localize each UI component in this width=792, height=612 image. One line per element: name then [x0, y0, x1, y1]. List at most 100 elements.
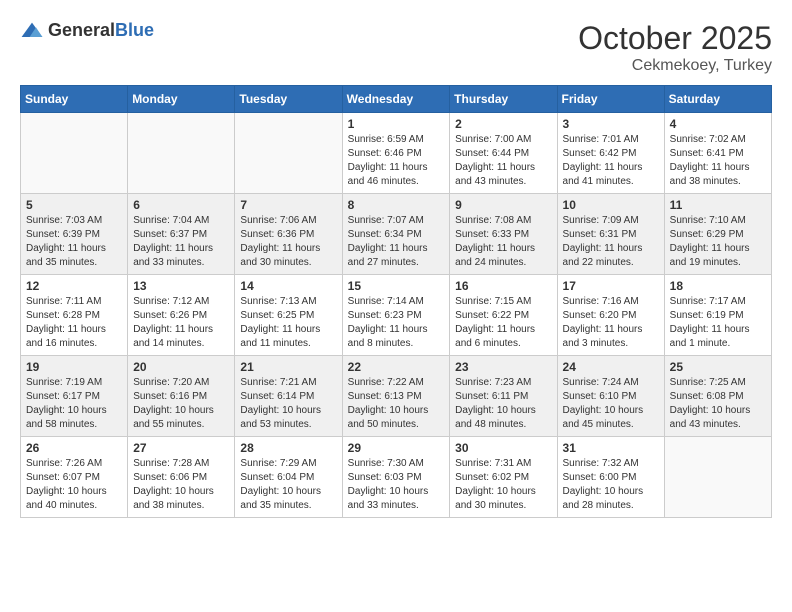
- calendar-cell: [664, 437, 771, 518]
- day-info: Sunrise: 7:12 AM Sunset: 6:26 PM Dayligh…: [133, 295, 229, 351]
- calendar-cell: 26 Sunrise: 7:26 AM Sunset: 6:07 PM Dayli…: [21, 437, 128, 518]
- logo: GeneralBlue: [20, 20, 154, 41]
- day-info: Sunrise: 7:23 AM Sunset: 6:11 PM Dayligh…: [455, 376, 551, 432]
- day-info: Sunrise: 7:08 AM Sunset: 6:33 PM Dayligh…: [455, 214, 551, 270]
- calendar-cell: 28Sunrise: 7:29 AM Sunset: 6:04 PM Dayli…: [235, 437, 342, 518]
- day-number: 18: [670, 279, 766, 293]
- calendar-cell: 21 Sunrise: 7:21 AM Sunset: 6:14 PM Dayli…: [235, 356, 342, 437]
- day-info: Sunrise: 7:09 AM Sunset: 6:31 PM Dayligh…: [563, 214, 659, 270]
- calendar-cell: 23 Sunrise: 7:23 AM Sunset: 6:11 PM Dayli…: [450, 356, 557, 437]
- day-number: 3: [563, 117, 659, 131]
- day-number: 26: [26, 441, 122, 455]
- day-info: Sunrise: 7:04 AM Sunset: 6:37 PM Dayligh…: [133, 214, 229, 270]
- day-info: Sunrise: 7:07 AM Sunset: 6:34 PM Dayligh…: [348, 214, 445, 270]
- logo-icon: [20, 21, 44, 41]
- day-number: 11: [670, 198, 766, 212]
- col-header-friday: Friday: [557, 86, 664, 113]
- col-header-sunday: Sunday: [21, 86, 128, 113]
- day-info: Sunrise: 7:20 AM Sunset: 6:16 PM Dayligh…: [133, 376, 229, 432]
- day-number: 16: [455, 279, 551, 293]
- day-info: Sunrise: 7:03 AM Sunset: 6:39 PM Dayligh…: [26, 214, 122, 270]
- calendar-cell: 2Sunrise: 7:00 AM Sunset: 6:44 PM Daylig…: [450, 113, 557, 194]
- day-number: 21: [240, 360, 336, 374]
- calendar-cell: 14 Sunrise: 7:13 AM Sunset: 6:25 PM Dayli…: [235, 275, 342, 356]
- calendar-cell: 20 Sunrise: 7:20 AM Sunset: 6:16 PM Dayli…: [128, 356, 235, 437]
- day-number: 9: [455, 198, 551, 212]
- logo-blue: Blue: [115, 20, 154, 40]
- col-header-tuesday: Tuesday: [235, 86, 342, 113]
- day-info: Sunrise: 7:02 AM Sunset: 6:41 PM Dayligh…: [670, 133, 766, 189]
- col-header-saturday: Saturday: [664, 86, 771, 113]
- calendar-cell: 17Sunrise: 7:16 AM Sunset: 6:20 PM Dayli…: [557, 275, 664, 356]
- calendar-week-row: 1 Sunrise: 6:59 AM Sunset: 6:46 PM Daylig…: [21, 113, 772, 194]
- calendar-cell: 1 Sunrise: 6:59 AM Sunset: 6:46 PM Daylig…: [342, 113, 450, 194]
- calendar-cell: [21, 113, 128, 194]
- title-block: October 2025 Cekmekoey, Turkey: [578, 20, 772, 75]
- day-info: Sunrise: 7:17 AM Sunset: 6:19 PM Dayligh…: [670, 295, 766, 351]
- calendar-cell: 18 Sunrise: 7:17 AM Sunset: 6:19 PM Dayli…: [664, 275, 771, 356]
- calendar-cell: 13 Sunrise: 7:12 AM Sunset: 6:26 PM Dayli…: [128, 275, 235, 356]
- calendar-cell: 15 Sunrise: 7:14 AM Sunset: 6:23 PM Dayli…: [342, 275, 450, 356]
- calendar-cell: 6 Sunrise: 7:04 AM Sunset: 6:37 PM Daylig…: [128, 194, 235, 275]
- day-info: Sunrise: 7:06 AM Sunset: 6:36 PM Dayligh…: [240, 214, 336, 270]
- day-number: 10: [563, 198, 659, 212]
- day-number: 30: [455, 441, 551, 455]
- day-number: 8: [348, 198, 445, 212]
- day-info: Sunrise: 7:26 AM Sunset: 6:07 PM Dayligh…: [26, 457, 122, 513]
- calendar-cell: 30 Sunrise: 7:31 AM Sunset: 6:02 PM Dayli…: [450, 437, 557, 518]
- calendar-cell: 16Sunrise: 7:15 AM Sunset: 6:22 PM Dayli…: [450, 275, 557, 356]
- calendar-cell: 4 Sunrise: 7:02 AM Sunset: 6:41 PM Daylig…: [664, 113, 771, 194]
- day-info: Sunrise: 7:30 AM Sunset: 6:03 PM Dayligh…: [348, 457, 445, 513]
- day-info: Sunrise: 7:28 AM Sunset: 6:06 PM Dayligh…: [133, 457, 229, 513]
- day-number: 1: [348, 117, 445, 131]
- day-number: 15: [348, 279, 445, 293]
- calendar-cell: 29 Sunrise: 7:30 AM Sunset: 6:03 PM Dayli…: [342, 437, 450, 518]
- day-number: 13: [133, 279, 229, 293]
- calendar-cell: 27Sunrise: 7:28 AM Sunset: 6:06 PM Dayli…: [128, 437, 235, 518]
- day-number: 19: [26, 360, 122, 374]
- day-info: Sunrise: 7:11 AM Sunset: 6:28 PM Dayligh…: [26, 295, 122, 351]
- calendar-cell: [235, 113, 342, 194]
- day-number: 5: [26, 198, 122, 212]
- col-header-wednesday: Wednesday: [342, 86, 450, 113]
- calendar-cell: 11 Sunrise: 7:10 AM Sunset: 6:29 PM Dayli…: [664, 194, 771, 275]
- day-number: 12: [26, 279, 122, 293]
- day-info: Sunrise: 7:19 AM Sunset: 6:17 PM Dayligh…: [26, 376, 122, 432]
- calendar-cell: 31 Sunrise: 7:32 AM Sunset: 6:00 PM Dayli…: [557, 437, 664, 518]
- day-number: 6: [133, 198, 229, 212]
- col-header-thursday: Thursday: [450, 86, 557, 113]
- calendar-cell: [128, 113, 235, 194]
- day-number: 14: [240, 279, 336, 293]
- calendar-cell: 9 Sunrise: 7:08 AM Sunset: 6:33 PM Daylig…: [450, 194, 557, 275]
- day-info: Sunrise: 7:14 AM Sunset: 6:23 PM Dayligh…: [348, 295, 445, 351]
- calendar-week-row: 5 Sunrise: 7:03 AM Sunset: 6:39 PM Daylig…: [21, 194, 772, 275]
- calendar-cell: 7Sunrise: 7:06 AM Sunset: 6:36 PM Daylig…: [235, 194, 342, 275]
- day-number: 17: [563, 279, 659, 293]
- day-info: Sunrise: 7:32 AM Sunset: 6:00 PM Dayligh…: [563, 457, 659, 513]
- day-number: 29: [348, 441, 445, 455]
- page-header: GeneralBlue October 2025 Cekmekoey, Turk…: [20, 20, 772, 75]
- logo-general: General: [48, 20, 115, 40]
- location-title: Cekmekoey, Turkey: [578, 57, 772, 75]
- day-info: Sunrise: 7:13 AM Sunset: 6:25 PM Dayligh…: [240, 295, 336, 351]
- day-number: 4: [670, 117, 766, 131]
- calendar-cell: 24Sunrise: 7:24 AM Sunset: 6:10 PM Dayli…: [557, 356, 664, 437]
- day-number: 31: [563, 441, 659, 455]
- day-info: Sunrise: 7:31 AM Sunset: 6:02 PM Dayligh…: [455, 457, 551, 513]
- day-info: Sunrise: 7:10 AM Sunset: 6:29 PM Dayligh…: [670, 214, 766, 270]
- day-number: 23: [455, 360, 551, 374]
- day-info: Sunrise: 7:21 AM Sunset: 6:14 PM Dayligh…: [240, 376, 336, 432]
- calendar-cell: 19 Sunrise: 7:19 AM Sunset: 6:17 PM Dayli…: [21, 356, 128, 437]
- day-number: 22: [348, 360, 445, 374]
- day-number: 28: [240, 441, 336, 455]
- calendar-cell: 22Sunrise: 7:22 AM Sunset: 6:13 PM Dayli…: [342, 356, 450, 437]
- day-info: Sunrise: 6:59 AM Sunset: 6:46 PM Dayligh…: [348, 133, 445, 189]
- day-number: 25: [670, 360, 766, 374]
- calendar-cell: 3Sunrise: 7:01 AM Sunset: 6:42 PM Daylig…: [557, 113, 664, 194]
- day-number: 20: [133, 360, 229, 374]
- day-info: Sunrise: 7:25 AM Sunset: 6:08 PM Dayligh…: [670, 376, 766, 432]
- calendar-cell: 25 Sunrise: 7:25 AM Sunset: 6:08 PM Dayli…: [664, 356, 771, 437]
- col-header-monday: Monday: [128, 86, 235, 113]
- calendar-week-row: 12 Sunrise: 7:11 AM Sunset: 6:28 PM Dayli…: [21, 275, 772, 356]
- calendar-header-row: SundayMondayTuesdayWednesdayThursdayFrid…: [21, 86, 772, 113]
